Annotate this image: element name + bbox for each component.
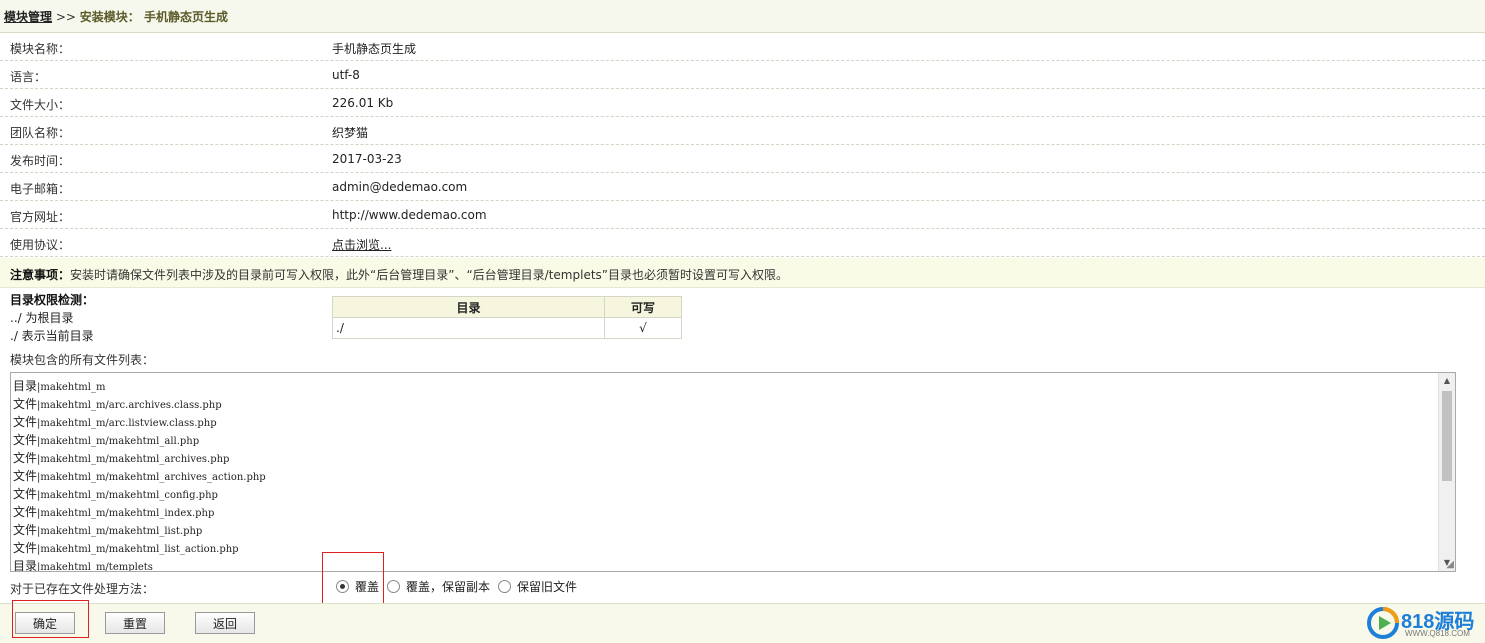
list-item: 文件|makehtml_m/makehtml_list.php	[13, 523, 203, 537]
info-label: 模块名称：	[10, 42, 71, 56]
info-row-name: 模块名称： 手机静态页生成	[0, 33, 1485, 61]
file-list-label: 模块包含的所有文件列表：	[10, 353, 155, 367]
info-row-filesize: 文件大小： 226.01 Kb	[0, 89, 1485, 117]
column-header-writable: 可写	[604, 296, 682, 318]
info-value: http://www.dedemao.com	[332, 208, 487, 222]
action-bar: 确定 重置 返回	[0, 603, 1485, 643]
info-label: 文件大小：	[10, 98, 71, 112]
directory-permission-table: 目录 可写 ./ √	[332, 296, 682, 339]
vertical-scrollbar[interactable]: ▲ ▼	[1438, 373, 1455, 571]
permission-title: 目录权限检测：	[10, 293, 95, 307]
info-label: 官方网址：	[10, 210, 71, 224]
red-highlight-box	[322, 552, 384, 610]
info-value: 手机静态页生成	[332, 42, 417, 56]
column-header-directory: 目录	[332, 296, 605, 318]
radio-button[interactable]	[387, 580, 401, 593]
breadcrumb-separator: >>	[52, 10, 80, 24]
watermark-logo: 818源码 WWW.Q818.COM	[1365, 603, 1483, 643]
list-item: 文件|makehtml_m/arc.listview.class.php	[13, 415, 217, 429]
breadcrumb: 模块管理 >> 安装模块： 手机静态页生成	[0, 0, 1485, 33]
resize-grip-icon[interactable]: ◢	[1446, 559, 1454, 570]
notice-text: 安装时请确保文件列表中涉及的目录前可写入权限，此外“后台管理目录”、“后台管理目…	[70, 268, 788, 282]
list-item: 文件|makehtml_m/arc.archives.class.php	[13, 397, 222, 411]
table-row: ./ √	[332, 317, 682, 339]
notice-title: 注意事项：	[10, 268, 71, 282]
info-label: 发布时间：	[10, 154, 71, 168]
info-row-email: 电子邮箱： admin@dedemao.com	[0, 173, 1485, 201]
play-logo-icon	[1367, 607, 1399, 639]
info-value: 2017-03-23	[332, 152, 402, 166]
info-row-date: 发布时间： 2017-03-23	[0, 145, 1485, 173]
file-method-label: 对于已存在文件处理方法：	[10, 582, 155, 596]
list-item: 目录|makehtml_m	[13, 379, 106, 393]
info-value: 织梦猫	[332, 126, 369, 140]
scrollbar-thumb[interactable]	[1442, 391, 1452, 481]
radio-label: 保留旧文件	[517, 580, 578, 594]
permission-info: 目录权限检测： ../ 为根目录 ./ 表示当前目录	[10, 291, 94, 345]
red-highlight-box	[12, 600, 89, 638]
permission-hint-root: ../ 为根目录	[10, 311, 74, 325]
notice-bar: 注意事项：安装时请确保文件列表中涉及的目录前可写入权限，此外“后台管理目录”、“…	[0, 258, 1485, 288]
info-label: 电子邮箱：	[10, 182, 71, 196]
list-item: 文件|makehtml_m/makehtml_config.php	[13, 487, 218, 501]
info-value: 226.01 Kb	[332, 96, 394, 110]
logo-subtext: WWW.Q818.COM	[1405, 629, 1470, 638]
list-item: 文件|makehtml_m/makehtml_archives_action.p…	[13, 469, 266, 483]
list-item: 文件|makehtml_m/makehtml_index.php	[13, 505, 215, 519]
back-button[interactable]: 返回	[195, 612, 255, 634]
info-row-language: 语言： utf-8	[0, 61, 1485, 89]
info-label: 团队名称：	[10, 126, 71, 140]
radio-option-overwrite-keep-copy[interactable]: 覆盖，保留副本	[387, 578, 490, 595]
list-item: 文件|makehtml_m/makehtml_all.php	[13, 433, 200, 447]
license-link[interactable]: 点击浏览...	[332, 238, 391, 252]
info-row-team: 团队名称： 织梦猫	[0, 117, 1485, 145]
reset-button[interactable]: 重置	[105, 612, 165, 634]
radio-option-keep-old[interactable]: 保留旧文件	[498, 578, 577, 595]
breadcrumb-current: 安装模块： 手机静态页生成	[79, 10, 228, 24]
scroll-up-arrow-icon[interactable]: ▲	[1439, 373, 1455, 389]
writable-cell: √	[604, 317, 682, 339]
info-label: 使用协议：	[10, 238, 71, 252]
radio-button[interactable]	[498, 580, 512, 593]
info-label: 语言：	[10, 70, 47, 84]
info-value: utf-8	[332, 68, 360, 82]
info-value: admin@dedemao.com	[332, 180, 468, 194]
file-list-textarea[interactable]: 目录|makehtml_m 文件|makehtml_m/arc.archives…	[10, 372, 1456, 572]
list-item: 文件|makehtml_m/makehtml_list_action.php	[13, 541, 239, 555]
list-item: 目录|makehtml_m/templets	[13, 559, 153, 572]
radio-label: 覆盖，保留副本	[406, 580, 491, 594]
list-item: 文件|makehtml_m/makehtml_archives.php	[13, 451, 230, 465]
directory-cell: ./	[332, 317, 605, 339]
permission-hint-current: ./ 表示当前目录	[10, 329, 94, 343]
breadcrumb-root-link[interactable]: 模块管理	[4, 10, 52, 24]
info-row-website: 官方网址： http://www.dedemao.com	[0, 201, 1485, 229]
info-row-license: 使用协议： 点击浏览...	[0, 229, 1485, 257]
